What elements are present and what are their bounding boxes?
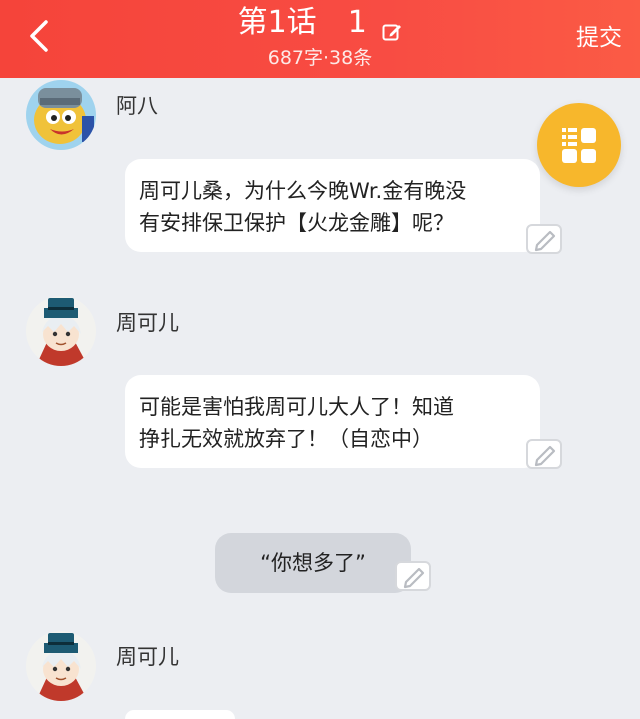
message-line: 挣扎无效就放弃了！（自恋中） [139,427,433,451]
episode-number: 1 [347,5,367,40]
edit-icon [403,567,425,589]
message-bubble[interactable]: 可能是害怕我周可儿大人了！知道 挣扎无效就放弃了！（自恋中） [125,375,540,468]
avatar[interactable] [26,296,96,366]
grid-menu-icon [562,128,596,163]
speaker-name: 阿八 [116,94,158,118]
message-bubble[interactable] [125,710,235,719]
chapter-title-row[interactable]: 第1话 1 [0,4,640,42]
edit-icon [534,230,556,252]
edit-narration-button[interactable] [395,561,431,591]
speaker-name: 周可儿 [116,311,179,335]
edit-icon [534,445,556,467]
narration-bubble[interactable]: “你想多了” [215,533,411,593]
speaker-name: 周可儿 [116,645,179,669]
edit-message-button[interactable] [526,439,562,469]
message-line: 可能是害怕我周可儿大人了！知道 [139,395,454,419]
message-bubble[interactable]: 周可儿桑，为什么今晚Wr.金有晚没 有安排保卫保护【火龙金雕】呢？ [125,159,540,252]
avatar[interactable] [26,80,96,150]
avatar[interactable] [26,631,96,701]
chapter-title: 第1话 [237,5,317,40]
grid-menu-button[interactable] [537,103,621,187]
edit-message-button[interactable] [526,224,562,254]
word-count-stats: 687字·38条 [267,47,373,69]
message-line: 周可儿桑，为什么今晚Wr.金有晚没 [139,179,467,203]
message-line: 有安排保卫保护【火龙金雕】呢？ [139,211,454,235]
top-bar: 第1话 1 687字·38条 提交 [0,0,640,78]
edit-title-icon[interactable] [382,14,402,40]
submit-button[interactable]: 提交 [576,22,622,54]
